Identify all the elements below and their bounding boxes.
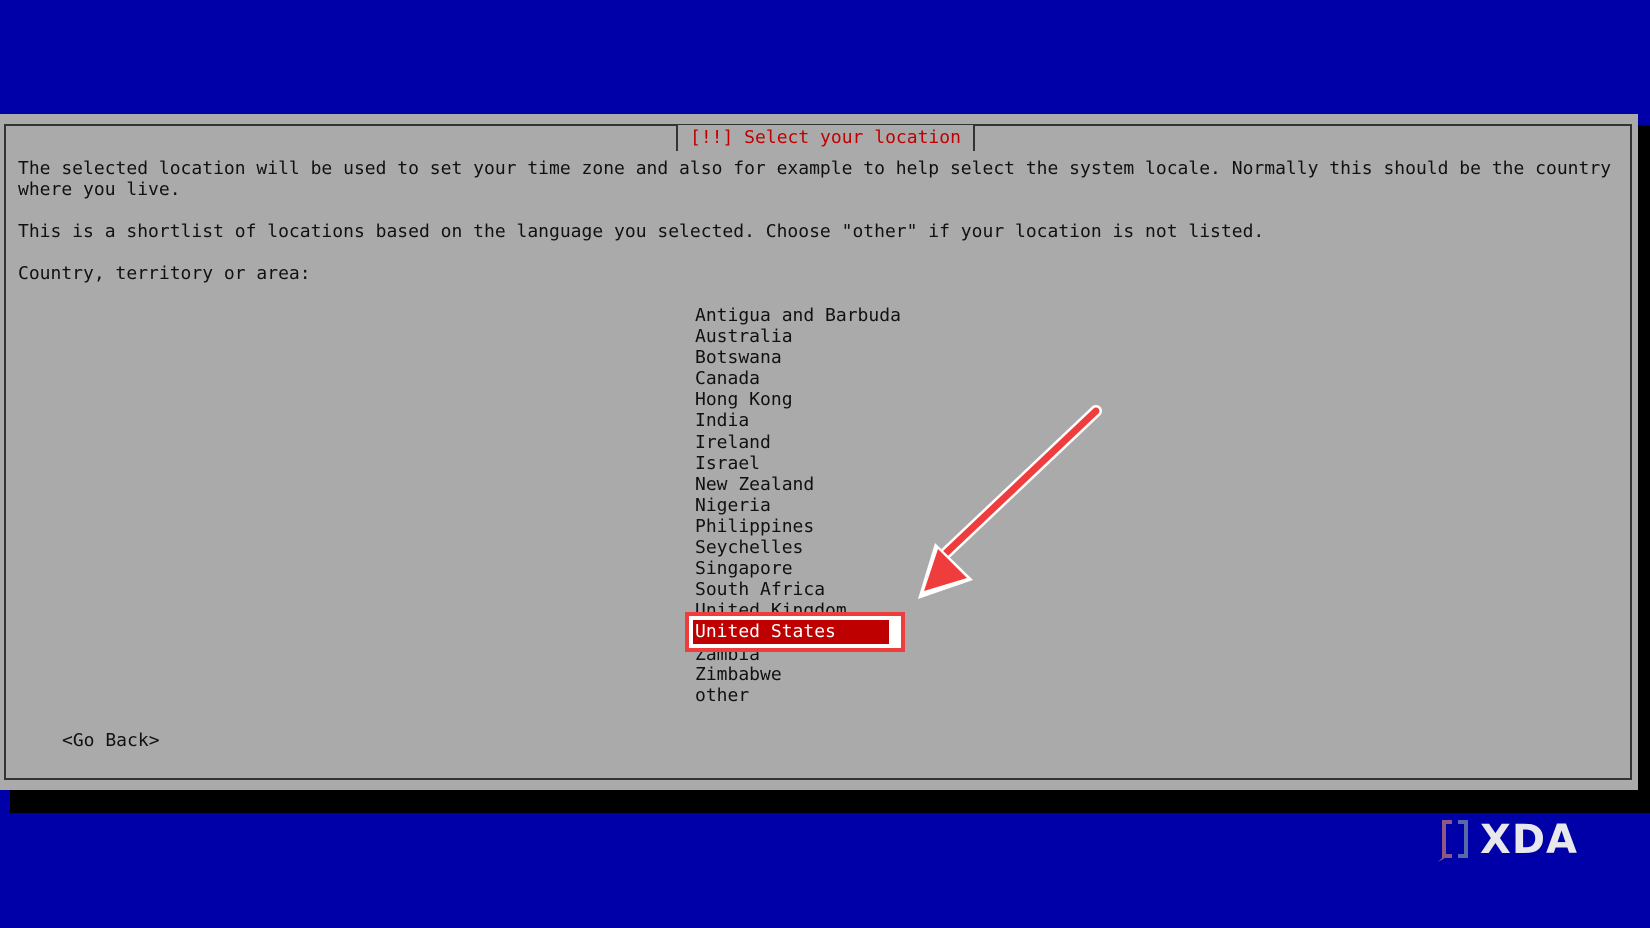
country-option-antigua-and-barbuda[interactable]: Antigua and Barbuda <box>695 305 1055 326</box>
country-option-canada[interactable]: Canada <box>695 368 1055 389</box>
country-option-australia[interactable]: Australia <box>695 326 1055 347</box>
description-paragraph-2: This is a shortlist of locations based o… <box>18 221 1265 242</box>
country-prompt-label: Country, territory or area: <box>18 263 311 284</box>
country-option-zimbabwe[interactable]: Zimbabwe <box>695 664 1055 685</box>
country-option-other[interactable]: other <box>695 685 1055 706</box>
country-option-united-states[interactable]: United States <box>693 620 889 645</box>
installer-screen: [!!] Select your location The selected l… <box>0 0 1650 928</box>
country-option-botswana[interactable]: Botswana <box>695 347 1055 368</box>
country-option-zambia[interactable]: Zambia <box>695 652 1055 664</box>
xda-logo-icon <box>1438 820 1468 862</box>
xda-logo: XDA <box>1434 812 1594 868</box>
description-paragraph-1: The selected location will be used to se… <box>18 158 1622 200</box>
go-back-button[interactable]: <Go Back> <box>62 730 160 751</box>
location-dialog: [!!] Select your location The selected l… <box>0 114 1638 790</box>
dialog-title-box: [!!] Select your location <box>676 125 975 151</box>
xda-logo-text: XDA <box>1480 817 1578 863</box>
selected-country-annotation: United States <box>685 612 1055 653</box>
dialog-title: [!!] Select your location <box>690 127 961 148</box>
red-arrow-icon <box>918 405 1102 599</box>
